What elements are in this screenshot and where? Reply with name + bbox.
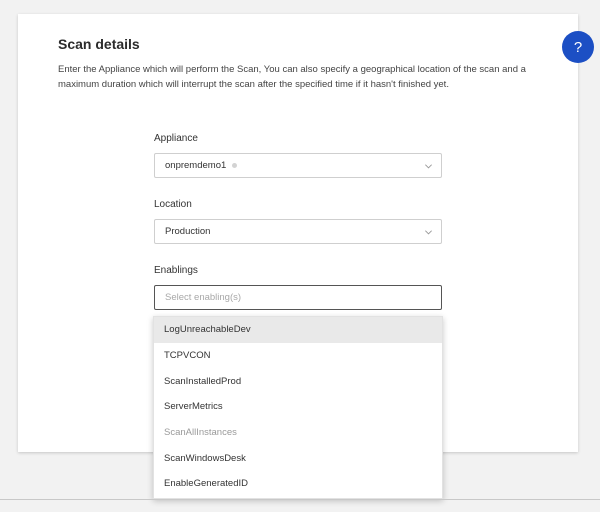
dropdown-option[interactable]: TCPVCON — [154, 343, 442, 369]
location-select[interactable]: Production — [154, 219, 442, 244]
dropdown-option[interactable]: EnableGeneratedID — [154, 471, 442, 497]
appliance-status-dot — [232, 163, 238, 168]
location-label: Location — [154, 199, 192, 210]
scan-details-description: Enter the Appliance which will perform t… — [58, 64, 526, 90]
chevron-down-icon — [425, 230, 432, 235]
chevron-down-icon — [425, 164, 432, 169]
enablings-placeholder: Select enabling(s) — [165, 292, 242, 303]
dropdown-option[interactable]: ScanInstalledProd — [154, 368, 442, 394]
option-label: LogUnreachableDev — [164, 324, 251, 336]
option-label: ScanInstalledProd — [164, 375, 242, 387]
dropdown-option[interactable]: ScanWindowsDesk — [154, 445, 442, 471]
page-title: Scan details — [58, 36, 140, 52]
enablings-multiselect-input[interactable]: Select enabling(s) — [154, 285, 442, 310]
option-label: ServerMetrics — [164, 401, 223, 413]
option-label: ScanWindowsDesk — [164, 452, 246, 464]
location-value: Production — [165, 226, 211, 237]
enablings-label: Enablings — [154, 265, 198, 276]
option-label: ScanAllInstances — [164, 427, 237, 439]
help-button[interactable]: ? — [562, 31, 594, 63]
divider — [0, 499, 600, 500]
dropdown-option[interactable]: LogUnreachableDev — [154, 317, 442, 343]
option-label: TCPVCON — [164, 350, 211, 362]
appliance-value: onpremdemo1 — [165, 160, 227, 171]
dropdown-option: ScanAllInstances — [154, 420, 442, 446]
appliance-select[interactable]: onpremdemo1 — [154, 153, 442, 178]
enablings-dropdown-list: LogUnreachableDev TCPVCON ScanInstalledP… — [153, 316, 443, 499]
help-icon: ? — [573, 38, 583, 56]
dropdown-option[interactable]: ServerMetrics — [154, 394, 442, 420]
appliance-label: Appliance — [154, 133, 198, 144]
option-label: EnableGeneratedID — [164, 478, 248, 490]
